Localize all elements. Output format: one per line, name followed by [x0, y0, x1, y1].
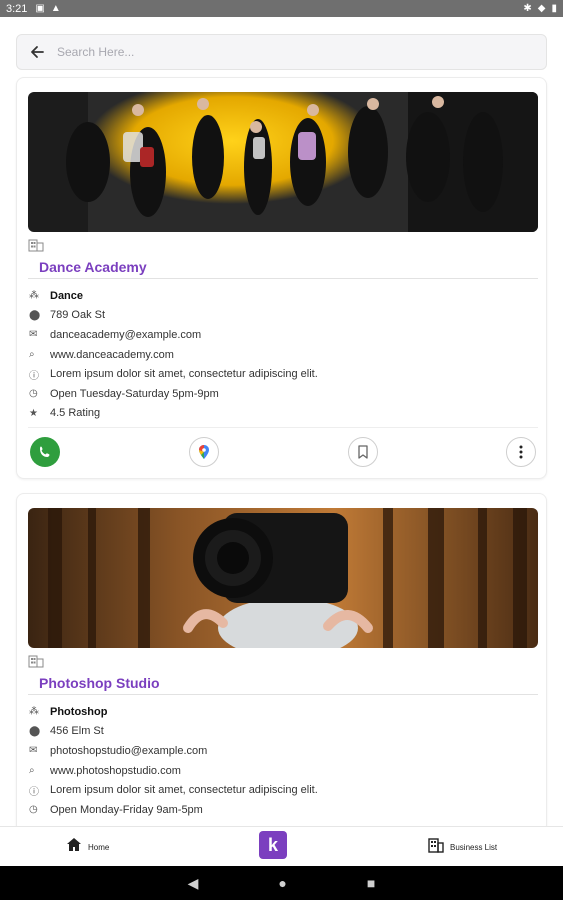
divider	[28, 427, 538, 428]
bluetooth-icon: ✱	[523, 3, 532, 14]
status-bar: 3:21 ▣ ▲ ✱ ◆ ▮	[0, 0, 563, 17]
back-icon[interactable]: ◀	[188, 875, 199, 892]
search-icon: ⌕	[29, 765, 35, 777]
bottom-navigation: Home k Business List	[0, 826, 563, 866]
divider	[28, 694, 538, 695]
system-nav-bar: ◀ ● ■	[0, 866, 563, 900]
address-row: ⬤ 456 Elm St	[28, 722, 538, 742]
description-text: Lorem ipsum dolor sit amet, consectetur …	[50, 784, 318, 797]
building-icon	[28, 654, 46, 670]
maps-button[interactable]	[189, 437, 219, 467]
divider	[28, 278, 538, 279]
more-vertical-icon	[519, 445, 523, 459]
nav-home-label: Home	[88, 842, 110, 852]
info-icon: ⓘ	[29, 370, 39, 382]
image-icon: ▣	[35, 3, 45, 14]
nav-business-list[interactable]: Business List	[428, 827, 497, 867]
category-text: Photoshop	[50, 705, 108, 718]
address-text: 789 Oak St	[50, 309, 106, 322]
address-text: 456 Elm St	[50, 725, 104, 738]
bookmark-button[interactable]	[348, 437, 378, 467]
hours-text: Open Monday-Friday 9am-5pm	[50, 803, 203, 816]
listing-card[interactable]: Photoshop Studio ⁂ Photoshop ⬤ 456 Elm S…	[16, 493, 547, 833]
description-row: ⓘ Lorem ipsum dolor sit amet, consectetu…	[28, 364, 538, 384]
warning-icon: ▲	[50, 3, 61, 14]
action-bar	[28, 437, 538, 469]
hours-row: ◷ Open Tuesday-Saturday 5pm-9pm	[28, 384, 538, 404]
call-button[interactable]	[30, 437, 60, 467]
category-text: Dance	[50, 289, 84, 302]
app-logo-icon: k	[267, 834, 278, 855]
search-bar	[16, 34, 547, 70]
category-icon: ⁂	[29, 706, 39, 718]
description-text: Lorem ipsum dolor sit amet, consectetur …	[50, 368, 318, 381]
listing-name[interactable]: Dance Academy	[39, 259, 147, 275]
listing-card[interactable]: Dance Academy ⁂ Dance ⬤ 789 Oak St ✉ dan…	[16, 77, 547, 479]
clock-icon: ◷	[29, 804, 38, 816]
wifi-icon: ◆	[537, 3, 546, 14]
listing-image	[28, 508, 538, 648]
description-row: ⓘ Lorem ipsum dolor sit amet, consectetu…	[28, 780, 538, 800]
bookmark-icon	[358, 445, 368, 459]
search-input[interactable]	[57, 37, 546, 67]
home-icon	[66, 837, 82, 857]
listing-details: ⁂ Dance ⬤ 789 Oak St ✉ danceacademy@exam…	[28, 286, 538, 423]
address-row: ⬤ 789 Oak St	[28, 306, 538, 326]
phone-icon	[40, 446, 50, 457]
home-circle-icon[interactable]: ●	[278, 875, 286, 891]
nav-business-list-label: Business List	[450, 842, 498, 852]
back-arrow-icon[interactable]	[17, 34, 57, 70]
mail-icon: ✉	[29, 745, 38, 757]
location-pin-icon: ⬤	[29, 309, 41, 321]
email-text: danceacademy@example.com	[50, 328, 202, 341]
listing-name[interactable]: Photoshop Studio	[39, 675, 160, 691]
mail-icon: ✉	[29, 329, 38, 341]
star-icon: ★	[29, 407, 38, 419]
website-text: www.photoshopstudio.com	[50, 764, 181, 777]
search-icon: ⌕	[29, 349, 35, 361]
recents-icon[interactable]: ■	[367, 875, 375, 891]
location-pin-icon: ⬤	[29, 725, 41, 737]
category-row: ⁂ Photoshop	[28, 702, 538, 722]
rating-text: 4.5 Rating	[50, 407, 101, 420]
listing-details: ⁂ Photoshop ⬤ 456 Elm St ✉ photoshopstud…	[28, 702, 538, 820]
rating-row: ★ 4.5 Rating	[28, 404, 538, 424]
website-row: ⌕ www.danceacademy.com	[28, 345, 538, 365]
category-row: ⁂ Dance	[28, 286, 538, 306]
email-row: ✉ photoshopstudio@example.com	[28, 741, 538, 761]
hours-row: ◷ Open Monday-Friday 9am-5pm	[28, 800, 538, 820]
clock-icon: ◷	[29, 388, 38, 400]
category-icon: ⁂	[29, 290, 39, 302]
hours-text: Open Tuesday-Saturday 5pm-9pm	[50, 387, 219, 400]
website-text: www.danceacademy.com	[50, 348, 174, 361]
more-button[interactable]	[506, 437, 536, 467]
status-time: 3:21	[6, 2, 28, 15]
website-row: ⌕ www.photoshopstudio.com	[28, 761, 538, 781]
email-text: photoshopstudio@example.com	[50, 744, 208, 757]
listing-image	[28, 92, 538, 232]
map-pin-icon	[199, 445, 209, 459]
nav-home[interactable]: Home	[66, 827, 109, 867]
email-row: ✉ danceacademy@example.com	[28, 325, 538, 345]
info-icon: ⓘ	[29, 786, 39, 798]
building-icon	[28, 238, 46, 254]
battery-icon: ▮	[551, 3, 557, 14]
building-icon	[428, 837, 444, 858]
nav-center-logo[interactable]: k	[259, 831, 287, 859]
